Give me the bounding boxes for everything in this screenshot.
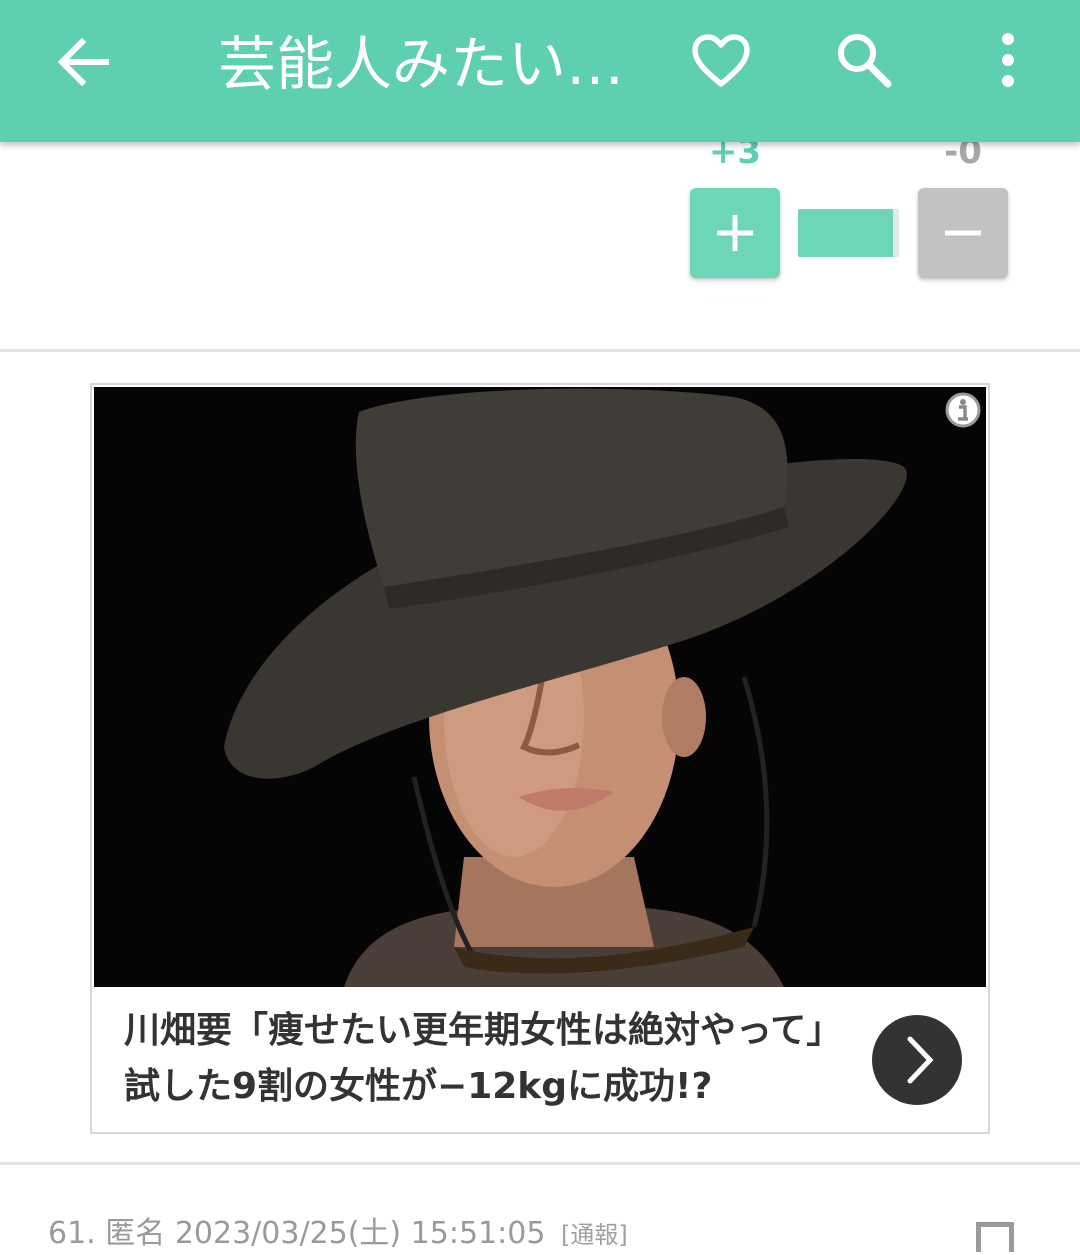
heart-icon[interactable]: [690, 30, 752, 92]
comment-timestamp: 2023/03/25(土) 15:51:05: [174, 1216, 546, 1251]
bookmark-icon[interactable]: [976, 1222, 1014, 1252]
comment-meta: 61. 匿名 2023/03/25(土) 15:51:05 [通報]: [48, 1214, 628, 1254]
divider: [0, 1162, 1080, 1165]
info-icon[interactable]: [944, 391, 982, 433]
minus-vote-button[interactable]: [918, 188, 1008, 278]
search-icon[interactable]: [832, 28, 896, 92]
plus-vote-button[interactable]: [690, 188, 780, 278]
more-vert-icon[interactable]: [990, 28, 1026, 92]
app-bar: 芸能人みたい…: [0, 0, 1080, 142]
chevron-right-icon[interactable]: [872, 1015, 962, 1105]
plus-icon: [717, 215, 753, 251]
comment-number: 61.: [48, 1216, 96, 1251]
man-in-black-hat-photo[interactable]: [94, 387, 986, 987]
divider: [0, 349, 1080, 352]
ad-headline[interactable]: 川畑要「痩せたい更年期女性は絶対やって」試した9割の女性が−12kgに成功!?: [124, 1003, 844, 1115]
vote-ratio-fill: [798, 209, 893, 257]
page-title: 芸能人みたい…: [218, 30, 625, 98]
ad-card[interactable]: 川畑要「痩せたい更年期女性は絶対やって」試した9割の女性が−12kgに成功!?: [90, 383, 990, 1134]
vote-ratio-bar: [798, 209, 899, 257]
back-arrow-icon[interactable]: [52, 30, 116, 94]
comment-author: 匿名: [105, 1216, 166, 1251]
minus-icon: [945, 230, 981, 236]
report-link[interactable]: [通報]: [561, 1221, 628, 1249]
